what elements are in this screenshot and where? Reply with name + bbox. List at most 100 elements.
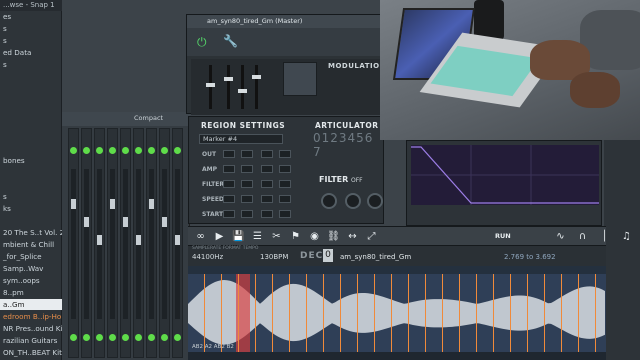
slider-1-cap[interactable] xyxy=(206,83,215,87)
channel-led-icon[interactable] xyxy=(148,147,155,154)
slice-marker[interactable] xyxy=(238,274,239,352)
slider-2-cap[interactable] xyxy=(224,77,233,81)
slider-3[interactable] xyxy=(241,65,244,109)
browser-item[interactable]: 20 The S..t Vol. 2 xyxy=(0,227,62,238)
slider-1[interactable] xyxy=(209,65,212,109)
channel-bottom-led-icon[interactable] xyxy=(70,334,77,341)
browser-item[interactable]: NR Pres..ound Kit xyxy=(0,323,62,334)
browser-item[interactable] xyxy=(0,131,62,142)
envelope-icon[interactable]: ∩ xyxy=(576,230,589,243)
channel-led-icon[interactable] xyxy=(161,147,168,154)
region-row-toggle[interactable] xyxy=(279,150,291,158)
browser-item[interactable]: s xyxy=(0,35,62,46)
waveform-scrollbar[interactable] xyxy=(188,352,606,360)
arrow-icon[interactable]: ▶ xyxy=(213,230,226,243)
browser-item[interactable] xyxy=(0,119,62,130)
cut-icon[interactable]: ✂ xyxy=(270,230,283,243)
loop-icon[interactable]: ∞ xyxy=(194,230,207,243)
channel-fader[interactable] xyxy=(162,169,167,319)
slice-marker[interactable] xyxy=(340,274,341,352)
save-icon[interactable]: 💾 xyxy=(232,230,245,243)
mixer-channel[interactable] xyxy=(172,128,183,358)
channel-fader-knob[interactable] xyxy=(162,217,167,227)
channel-bottom-led-icon[interactable] xyxy=(161,334,168,341)
slice-marker[interactable] xyxy=(289,274,290,352)
eye-icon[interactable]: ◉ xyxy=(308,230,321,243)
waveform-ruler[interactable] xyxy=(188,266,606,274)
channel-fader-knob[interactable] xyxy=(123,217,128,227)
slice-marker[interactable] xyxy=(544,274,545,352)
region-row-toggle[interactable] xyxy=(261,165,273,173)
region-row-toggle[interactable] xyxy=(241,180,253,188)
browser-item[interactable] xyxy=(0,107,62,118)
channel-bottom-led-icon[interactable] xyxy=(122,334,129,341)
slider-2[interactable] xyxy=(227,65,230,109)
slice-marker[interactable] xyxy=(527,274,528,352)
browser-item[interactable]: 8..pm xyxy=(0,287,62,298)
browser-item[interactable] xyxy=(0,215,62,226)
browser-item[interactable]: edroom B..ip-Hop xyxy=(0,311,62,322)
browser-item[interactable]: razilian Guitars xyxy=(0,335,62,346)
plug-icon[interactable]: ⏻ xyxy=(197,35,211,49)
channel-fader-knob[interactable] xyxy=(97,235,102,245)
tune-icon[interactable]: ♫ xyxy=(620,230,633,243)
region-row-toggle[interactable] xyxy=(241,165,253,173)
filter-knob-1[interactable] xyxy=(321,193,337,209)
slice-marker[interactable] xyxy=(221,274,222,352)
channel-bottom-led-icon[interactable] xyxy=(96,334,103,341)
region-row-toggle[interactable] xyxy=(261,210,273,218)
slice-marker[interactable] xyxy=(272,274,273,352)
mixer-channel[interactable] xyxy=(133,128,144,358)
region-row-toggle[interactable] xyxy=(261,180,273,188)
filter-state[interactable]: OFF xyxy=(351,177,363,184)
region-row-toggle[interactable] xyxy=(223,180,235,188)
slice-marker[interactable] xyxy=(561,274,562,352)
slice-marker[interactable] xyxy=(374,274,375,352)
browser-item[interactable] xyxy=(0,167,62,178)
mixer-compact-label[interactable]: Compact xyxy=(134,114,163,122)
browser-item[interactable] xyxy=(0,83,62,94)
deck-number[interactable]: 0 xyxy=(323,249,333,262)
browser-item[interactable]: s xyxy=(0,23,62,34)
region-row-toggle[interactable] xyxy=(241,210,253,218)
channel-led-icon[interactable] xyxy=(96,147,103,154)
slice-marker[interactable] xyxy=(442,274,443,352)
slice-marker[interactable] xyxy=(204,274,205,352)
browser-item[interactable]: a..Gm xyxy=(0,299,62,310)
slice-marker[interactable] xyxy=(510,274,511,352)
browser-item[interactable] xyxy=(0,95,62,106)
region-row-toggle[interactable] xyxy=(279,165,291,173)
channel-led-icon[interactable] xyxy=(174,147,181,154)
region-row-toggle[interactable] xyxy=(223,165,235,173)
channel-fader[interactable] xyxy=(110,169,115,319)
channel-bottom-led-icon[interactable] xyxy=(174,334,181,341)
slice-marker[interactable] xyxy=(493,274,494,352)
region-row-toggle[interactable] xyxy=(279,180,291,188)
slider-3-cap[interactable] xyxy=(238,89,247,93)
mixer-channel[interactable] xyxy=(94,128,105,358)
channel-fader[interactable] xyxy=(123,169,128,319)
channel-fader-knob[interactable] xyxy=(110,199,115,209)
browser-item[interactable]: bones xyxy=(0,155,62,166)
browser-item[interactable] xyxy=(0,143,62,154)
browser-item[interactable] xyxy=(0,71,62,82)
region-row-toggle[interactable] xyxy=(241,195,253,203)
channel-bottom-led-icon[interactable] xyxy=(148,334,155,341)
bars-icon[interactable]: │ xyxy=(598,230,611,243)
mixer-channel[interactable] xyxy=(107,128,118,358)
channel-fader-knob[interactable] xyxy=(71,199,76,209)
browser-item[interactable]: Samp..Wav xyxy=(0,263,62,274)
region-row-toggle[interactable] xyxy=(223,195,235,203)
browser-item[interactable]: sym..oops xyxy=(0,275,62,286)
channel-led-icon[interactable] xyxy=(70,147,77,154)
channel-fader-knob[interactable] xyxy=(136,235,141,245)
browser-item[interactable]: s xyxy=(0,191,62,202)
wrench-icon[interactable]: 🔧 xyxy=(223,34,238,48)
browser-item[interactable]: es xyxy=(0,11,62,22)
mixer-channel[interactable] xyxy=(68,128,79,358)
browser-item[interactable]: ks xyxy=(0,203,62,214)
browser-item[interactable] xyxy=(0,179,62,190)
region-row-toggle[interactable] xyxy=(223,210,235,218)
slice-marker[interactable] xyxy=(459,274,460,352)
marker-select[interactable]: Marker #4 xyxy=(199,134,283,144)
